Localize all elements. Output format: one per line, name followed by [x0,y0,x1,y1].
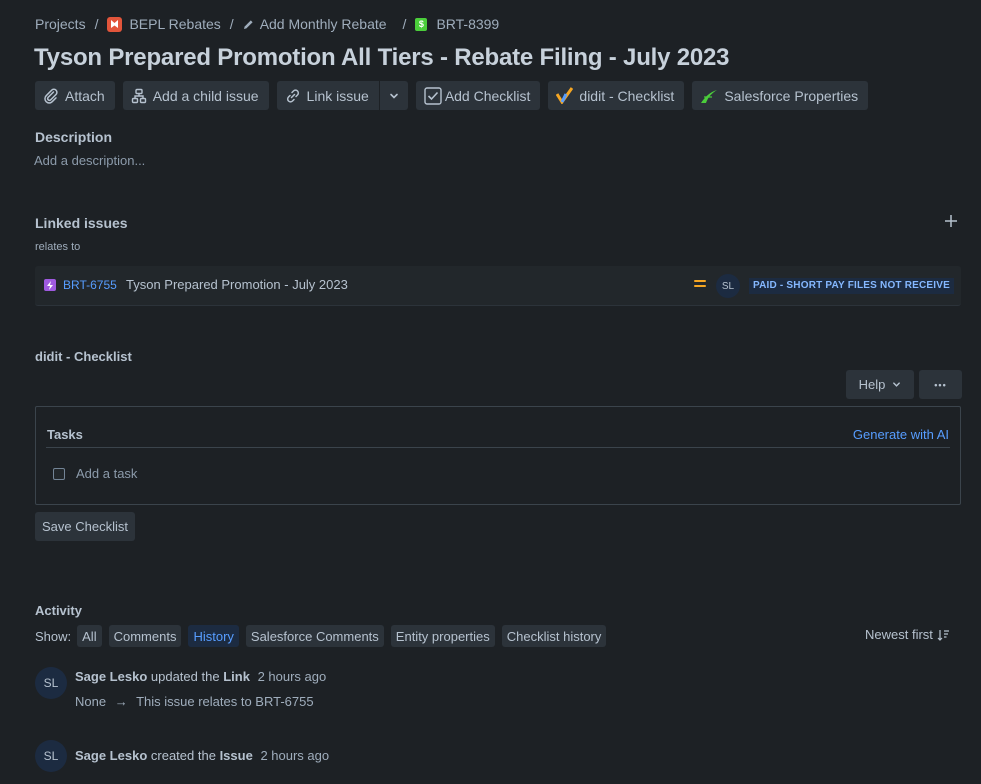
activity-entry-header: Sage Lesko created the Issue 2 hours ago [75,748,329,763]
epic-icon [44,279,56,291]
link-issue-button[interactable]: Link issue [276,81,379,110]
link-issue-dropdown[interactable] [379,81,408,110]
linked-issue-key[interactable]: BRT-6755 [63,278,117,292]
add-task-input[interactable]: Add a task [76,466,137,481]
sort-label: Newest first [865,627,933,642]
paperclip-icon [43,88,59,104]
filter-comments[interactable]: Comments [108,625,182,647]
breadcrumb: Projects / BEPL Rebates / Add Monthly Re… [35,14,499,34]
add-child-issue-button[interactable]: Add a child issue [122,81,269,110]
avatar[interactable]: SL [35,667,67,699]
breadcrumb-separator: / [402,16,407,32]
link-issue-label: Link issue [306,87,369,104]
breadcrumb-projects[interactable]: Projects [35,16,86,32]
linked-issue-summary[interactable]: Tyson Prepared Promotion - July 2023 [126,277,348,292]
chevron-down-icon [389,88,399,104]
breadcrumb-separator: / [94,16,99,32]
plus-icon [945,214,957,230]
didit-logo-icon [556,87,574,104]
help-button[interactable]: Help [846,370,914,399]
attach-button[interactable]: Attach [35,81,115,110]
status-badge[interactable]: PAID - SHORT PAY FILES NOT RECEIVE [749,278,955,294]
save-checklist-button[interactable]: Save Checklist [35,512,135,541]
linked-issue-row[interactable]: BRT-6755 Tyson Prepared Promotion - July… [35,266,961,306]
issue-toolbar: Attach Add a child issue Link issue Add … [35,81,876,110]
activity-user[interactable]: Sage Lesko [75,748,147,763]
pencil-icon [243,19,254,30]
child-issue-icon [131,88,147,104]
salesforce-properties-label: Salesforce Properties [724,87,859,104]
story-icon: $ [415,17,428,31]
arrow-right-icon: → [114,694,128,709]
show-label: Show: [35,628,72,644]
breadcrumb-issue-key: BRT-8399 [436,16,500,32]
checklist-heading: didit - Checklist [35,349,132,364]
breadcrumb-project[interactable]: BEPL Rebates [107,16,221,32]
activity-time: 2 hours ago [257,669,327,684]
activity-verb: created the [150,748,216,763]
help-label: Help [858,377,886,392]
filter-all[interactable]: All [77,625,102,647]
add-child-label: Add a child issue [152,87,259,104]
task-checkbox[interactable] [53,468,65,480]
attach-label: Attach [65,87,105,104]
breadcrumb-project-label: BEPL Rebates [129,16,221,32]
activity-heading: Activity [35,603,82,618]
chevron-down-icon [892,380,901,389]
change-to: This issue relates to BRT-6755 [136,694,314,709]
description-field[interactable]: Add a description... [34,153,145,168]
add-checklist-button[interactable]: Add Checklist [415,81,541,110]
page-title[interactable]: Tyson Prepared Promotion All Tiers - Reb… [34,44,730,72]
filter-salesforce-comments[interactable]: Salesforce Comments [245,625,384,647]
salesforce-logo-icon [700,88,718,104]
linked-issues-heading: Linked issues [35,215,128,231]
breadcrumb-issue[interactable]: $ BRT-8399 [415,16,499,32]
filter-checklist-history[interactable]: Checklist history [501,625,607,647]
activity-verb: updated the [150,669,220,684]
sort-order-button[interactable]: Newest first [865,627,950,642]
filter-entity-properties[interactable]: Entity properties [390,625,495,647]
divider [46,447,950,448]
change-from: None [75,694,107,709]
relation-label: relates to [35,241,81,253]
project-icon [107,16,123,32]
checkbox-checked-icon [424,86,442,105]
didit-checklist-button[interactable]: didit - Checklist [548,81,685,110]
filter-history[interactable]: History [188,625,239,647]
link-issue-split-button: Link issue [276,81,408,110]
generate-with-ai-link[interactable]: Generate with AI [853,427,949,442]
add-linked-issue-button[interactable] [942,213,960,231]
salesforce-properties-button[interactable]: Salesforce Properties [692,81,869,110]
activity-filter-bar: Show: All Comments History Salesforce Co… [35,625,613,647]
link-icon [285,88,301,104]
didit-checklist-label: didit - Checklist [579,87,675,104]
description-heading: Description [35,129,113,145]
breadcrumb-separator: / [229,16,234,32]
activity-object: Link [223,669,250,684]
activity-change: None → This issue relates to BRT-6755 [75,694,314,709]
more-options-button[interactable]: ••• [919,370,962,399]
breadcrumb-parent-label: Add Monthly Rebate [259,16,387,32]
activity-user[interactable]: Sage Lesko [75,669,147,684]
activity-time: 2 hours ago [260,748,330,763]
avatar[interactable]: SL [35,740,67,772]
tasks-heading: Tasks [47,427,83,442]
add-checklist-label: Add Checklist [444,87,531,104]
breadcrumb-parent[interactable]: Add Monthly Rebate [243,16,387,32]
priority-medium-icon [694,280,706,289]
activity-entry-header: Sage Lesko updated the Link 2 hours ago [75,669,326,684]
activity-object: Issue [219,748,253,763]
avatar[interactable]: SL [716,274,740,298]
sort-descending-icon [937,629,950,641]
checklist-box: Tasks Generate with AI Add a task [35,406,961,505]
